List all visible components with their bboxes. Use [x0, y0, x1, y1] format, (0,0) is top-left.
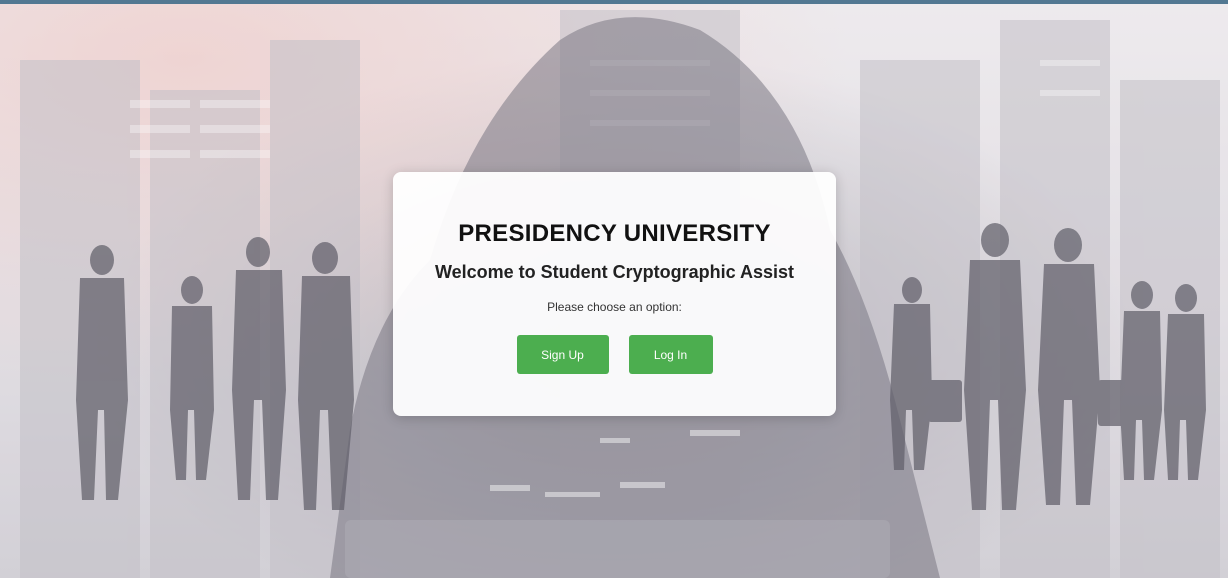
landing-page: PRESIDENCY UNIVERSITY Welcome to Student…	[0, 0, 1228, 578]
welcome-heading: Welcome to Student Cryptographic Assist	[434, 262, 795, 282]
log-in-button[interactable]: Log In	[628, 335, 713, 374]
sign-up-button[interactable]: Sign Up	[516, 335, 609, 374]
auth-button-row: Sign Up Log In	[393, 335, 836, 374]
university-title: PRESIDENCY UNIVERSITY	[458, 220, 771, 247]
choose-option-prompt: Please choose an option:	[547, 300, 682, 314]
welcome-card: PRESIDENCY UNIVERSITY Welcome to Student…	[393, 172, 836, 416]
